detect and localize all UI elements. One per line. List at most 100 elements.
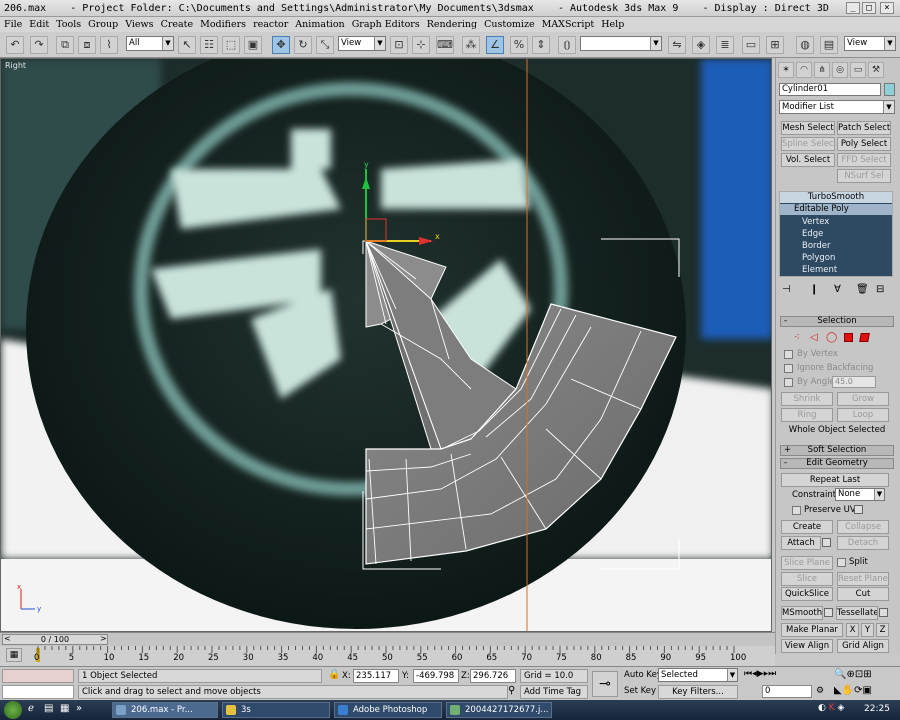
configure-modifier-sets-icon[interactable]: ⊟ bbox=[876, 284, 884, 295]
mirror-icon[interactable]: ⇋ bbox=[668, 36, 686, 54]
select-and-move-icon[interactable]: ✥ bbox=[272, 36, 290, 54]
utilities-tab-icon[interactable]: ⚒ bbox=[868, 62, 884, 78]
select-object-icon[interactable]: ↖ bbox=[178, 36, 196, 54]
remove-modifier-icon[interactable]: 🗑 bbox=[856, 284, 869, 295]
auto-key-label[interactable]: Auto Key bbox=[624, 670, 662, 680]
menu-reactor[interactable]: reactor bbox=[253, 19, 288, 30]
tray-icon-2[interactable]: K bbox=[829, 703, 835, 713]
make-planar-x-button[interactable]: X bbox=[846, 623, 859, 637]
poly-select-button[interactable]: Poly Select bbox=[837, 137, 891, 151]
patch-select-button[interactable]: Patch Select bbox=[837, 121, 891, 135]
viewport-right[interactable]: y x x y Right bbox=[0, 58, 772, 632]
x-coord-field[interactable]: 235.117 bbox=[353, 669, 399, 683]
percent-snap-icon[interactable]: % bbox=[510, 36, 528, 54]
element-mode-icon[interactable] bbox=[859, 333, 870, 342]
maximize-button[interactable]: □ bbox=[862, 2, 876, 14]
spinner-snap-icon[interactable]: ⇕ bbox=[532, 36, 550, 54]
redo-icon[interactable]: ↷ bbox=[30, 36, 48, 54]
constraints-dropdown[interactable]: None ▼ bbox=[835, 488, 885, 501]
time-slider-thumb[interactable]: 0 / 100 bbox=[2, 634, 108, 645]
loop-button[interactable]: Loop bbox=[837, 408, 889, 422]
add-time-tag-button[interactable]: Add Time Tag bbox=[520, 685, 588, 699]
nsurf-sel-button[interactable]: NSurf Sel bbox=[837, 169, 891, 183]
stack-polygon[interactable]: Polygon bbox=[802, 253, 835, 264]
motion-tab-icon[interactable]: ◎ bbox=[832, 62, 848, 78]
slice-plane-button[interactable]: Slice Plane bbox=[781, 556, 833, 570]
view-align-button[interactable]: View Align bbox=[781, 639, 833, 653]
selection-rollup-header[interactable]: - Selection bbox=[780, 316, 894, 327]
tray-icon-1[interactable]: ◐ bbox=[818, 703, 826, 713]
mesh-select-button[interactable]: Mesh Select bbox=[781, 121, 835, 135]
unlink-icon[interactable]: ⧈ bbox=[78, 36, 96, 54]
select-by-name-icon[interactable]: ☷ bbox=[200, 36, 218, 54]
menu-create[interactable]: Create bbox=[161, 19, 194, 30]
maxscript-input-box[interactable] bbox=[2, 685, 74, 699]
hierarchy-tab-icon[interactable]: ⋔ bbox=[814, 62, 830, 78]
border-mode-icon[interactable]: ◯ bbox=[826, 332, 837, 343]
bind-space-warp-icon[interactable]: ⌇ bbox=[100, 36, 118, 54]
time-slider-next-icon[interactable]: > bbox=[100, 634, 107, 643]
layer-manager-icon[interactable]: ≣ bbox=[716, 36, 734, 54]
render-type-dropdown[interactable]: View ▼ bbox=[844, 36, 896, 51]
grid-align-button[interactable]: Grid Align bbox=[837, 639, 889, 653]
select-and-scale-icon[interactable]: ⤡ bbox=[316, 36, 334, 54]
menu-maxscript[interactable]: MAXScript bbox=[542, 19, 595, 30]
maximize-viewport-icon[interactable]: ▣ bbox=[863, 685, 872, 696]
menu-graph-editors[interactable]: Graph Editors bbox=[352, 19, 420, 30]
rect-selection-icon[interactable]: ⬚ bbox=[222, 36, 240, 54]
quicklaunch-arrow-icon[interactable]: » bbox=[76, 703, 82, 714]
keyboard-shortcut-icon[interactable]: ⌨ bbox=[436, 36, 454, 54]
object-name-field[interactable]: Cylinder01 bbox=[779, 83, 881, 96]
soft-selection-rollup-header[interactable]: + Soft Selection bbox=[780, 445, 894, 456]
pan-icon[interactable]: ✋ bbox=[842, 685, 854, 696]
go-to-start-icon[interactable]: ⏮ bbox=[744, 669, 752, 679]
zoom-extents-icon[interactable]: ⊡ bbox=[855, 669, 863, 680]
reset-plane-button[interactable]: Reset Plane bbox=[837, 572, 889, 586]
tray-icon-3[interactable]: ◈ bbox=[838, 703, 845, 713]
object-color-swatch[interactable] bbox=[884, 83, 895, 96]
stack-turbosmooth[interactable]: TurboSmooth bbox=[780, 192, 892, 203]
menu-animation[interactable]: Animation bbox=[295, 19, 344, 30]
current-frame-field[interactable]: 0 bbox=[762, 685, 812, 698]
ring-button[interactable]: Ring bbox=[781, 408, 833, 422]
create-tab-icon[interactable]: ✶ bbox=[778, 62, 794, 78]
stack-editable-poly[interactable]: Editable Poly bbox=[780, 204, 892, 215]
ffd-select-button[interactable]: FFD Select bbox=[837, 153, 891, 167]
show-end-result-icon[interactable]: ❙ bbox=[810, 284, 818, 295]
key-filters-button[interactable]: Key Filters... bbox=[658, 685, 738, 699]
schematic-view-icon[interactable]: ⊞ bbox=[766, 36, 784, 54]
zoom-all-icon[interactable]: ⊕ bbox=[846, 669, 854, 680]
make-planar-button[interactable]: Make Planar bbox=[781, 623, 843, 637]
preserve-uvs-checkbox[interactable] bbox=[792, 506, 801, 515]
grow-button[interactable]: Grow bbox=[837, 392, 889, 406]
msmooth-settings-icon[interactable] bbox=[824, 608, 833, 617]
stack-border[interactable]: Border bbox=[802, 241, 831, 252]
menu-views[interactable]: Views bbox=[125, 19, 153, 30]
menu-rendering[interactable]: Rendering bbox=[427, 19, 477, 30]
polygon-mode-icon[interactable] bbox=[844, 333, 853, 342]
detach-button[interactable]: Detach bbox=[837, 536, 889, 550]
pivot-center-icon[interactable]: ⊡ bbox=[390, 36, 408, 54]
preserve-uvs-settings-icon[interactable] bbox=[854, 505, 863, 514]
edit-named-selections-icon[interactable]: ⦅⦆ bbox=[558, 36, 576, 54]
tessellate-settings-icon[interactable] bbox=[879, 608, 888, 617]
select-and-rotate-icon[interactable]: ↻ bbox=[294, 36, 312, 54]
minimize-button[interactable]: _ bbox=[846, 2, 860, 14]
slice-button[interactable]: Slice bbox=[781, 572, 833, 586]
attach-button[interactable]: Attach bbox=[781, 536, 821, 550]
z-coord-field[interactable]: 296.726 bbox=[470, 669, 516, 683]
window-crossing-icon[interactable]: ▣ bbox=[244, 36, 262, 54]
named-selection-sets-dropdown[interactable]: ▼ bbox=[580, 36, 662, 51]
split-checkbox[interactable] bbox=[837, 558, 846, 567]
task-photoshop[interactable]: Adobe Photoshop bbox=[334, 702, 442, 718]
select-manipulate-icon[interactable]: ⊹ bbox=[412, 36, 430, 54]
time-slider-track[interactable]: 0 / 100 < > bbox=[0, 632, 775, 646]
spline-select-button[interactable]: Spline Select bbox=[781, 137, 835, 151]
curve-editor-icon[interactable]: ▭ bbox=[742, 36, 760, 54]
task-image[interactable]: 2004427172677.j... bbox=[446, 702, 552, 718]
stack-edge[interactable]: Edge bbox=[802, 229, 823, 240]
modify-tab-icon[interactable]: ◠ bbox=[796, 62, 812, 78]
undo-icon[interactable]: ↶ bbox=[6, 36, 24, 54]
field-of-view-icon[interactable]: ◣ bbox=[834, 685, 842, 696]
snaps-toggle-icon[interactable]: ⁂ bbox=[462, 36, 480, 54]
